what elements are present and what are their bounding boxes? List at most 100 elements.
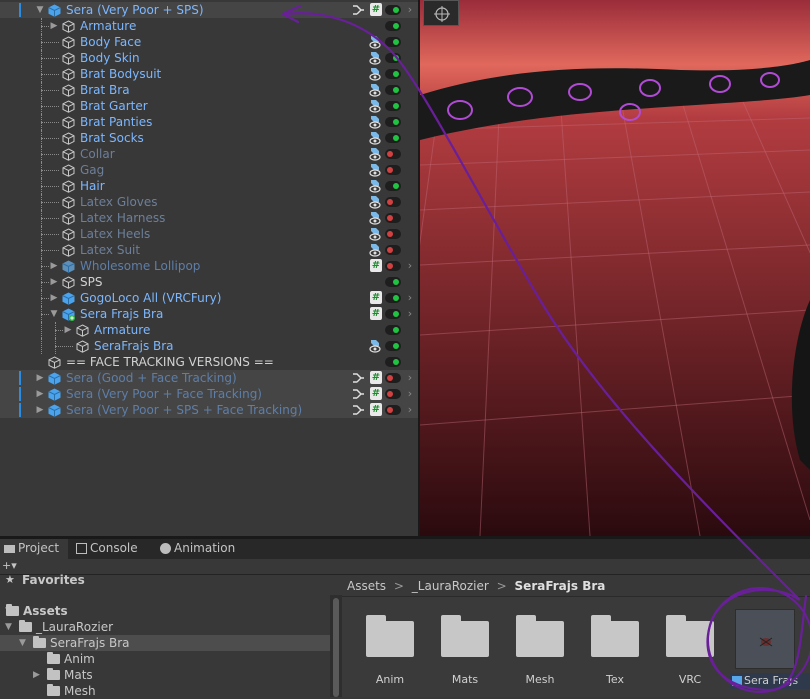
branch-icon[interactable]: [351, 403, 365, 417]
visibility-icon[interactable]: [368, 99, 382, 113]
active-toggle[interactable]: [385, 149, 401, 159]
hierarchy-row[interactable]: Latex Heels: [0, 226, 418, 242]
visibility-icon[interactable]: [368, 339, 382, 353]
hierarchy-row[interactable]: Latex Harness: [0, 210, 418, 226]
visibility-icon[interactable]: [368, 147, 382, 161]
active-toggle[interactable]: [385, 341, 401, 351]
hierarchy-row[interactable]: Gag: [0, 162, 418, 178]
collapse-arrow-icon[interactable]: ▶: [48, 258, 60, 274]
vrcfury-component-icon[interactable]: #: [370, 259, 382, 272]
active-toggle[interactable]: [385, 389, 401, 399]
collapse-arrow-icon[interactable]: ▶: [48, 274, 60, 290]
expand-arrow-icon[interactable]: ▼: [5, 619, 12, 635]
chevron-right-icon[interactable]: ›: [405, 402, 415, 418]
visibility-icon[interactable]: [368, 67, 382, 81]
hierarchy-row[interactable]: ▶ Armature: [0, 322, 418, 338]
tab-animation[interactable]: Animation: [156, 539, 248, 559]
hierarchy-row[interactable]: ▶ Wholesome Lollipop # ›: [0, 258, 418, 274]
hierarchy-row[interactable]: ▶ Sera (Good + Face Tracking) # ›: [0, 370, 418, 386]
asset-folder-mesh[interactable]: Mesh: [510, 609, 570, 689]
branch-icon[interactable]: [351, 387, 365, 401]
chevron-right-icon[interactable]: ›: [405, 258, 415, 274]
hierarchy-row[interactable]: ▶ Sera (Very Poor + SPS + Face Tracking) #…: [0, 402, 418, 418]
active-toggle[interactable]: [385, 213, 401, 223]
visibility-icon[interactable]: [368, 163, 382, 177]
visibility-icon[interactable]: [368, 211, 382, 225]
hierarchy-row[interactable]: Brat Bodysuit: [0, 66, 418, 82]
active-toggle[interactable]: [385, 277, 401, 287]
active-toggle[interactable]: [385, 37, 401, 47]
hierarchy-row[interactable]: Collar: [0, 146, 418, 162]
hierarchy-row[interactable]: ▶ SPS: [0, 274, 418, 290]
tab-console[interactable]: Console: [72, 539, 154, 559]
collapse-arrow-icon[interactable]: ▶: [34, 370, 46, 386]
scrollbar-thumb[interactable]: [333, 598, 339, 697]
hierarchy-row[interactable]: Body Face: [0, 34, 418, 50]
collapse-arrow-icon[interactable]: ▶: [48, 290, 60, 306]
chevron-right-icon[interactable]: ›: [405, 290, 415, 306]
asset-folder-tex[interactable]: Tex: [585, 609, 645, 689]
chevron-right-icon[interactable]: ›: [405, 370, 415, 386]
scene-view[interactable]: [420, 0, 810, 536]
visibility-icon[interactable]: [368, 115, 382, 129]
project-folder-row[interactable]: ▼ _LauraRozier: [0, 619, 330, 635]
vrcfury-component-icon[interactable]: #: [370, 307, 382, 320]
hierarchy-row[interactable]: ▶ Armature: [0, 18, 418, 34]
visibility-icon[interactable]: [368, 195, 382, 209]
project-folder-row[interactable]: ▼Assets: [0, 603, 330, 619]
chevron-right-icon[interactable]: ›: [405, 2, 415, 18]
scene-gizmo-button[interactable]: [423, 0, 459, 26]
prefab-asset-label[interactable]: Sera Frajs: [730, 673, 810, 689]
visibility-icon[interactable]: [368, 179, 382, 193]
hierarchy-row[interactable]: Hair: [0, 178, 418, 194]
project-tree-scrollbar[interactable]: [330, 595, 342, 697]
vrcfury-component-icon[interactable]: #: [370, 403, 382, 416]
hierarchy-row[interactable]: Body Skin: [0, 50, 418, 66]
asset-folder-vrc[interactable]: VRC: [660, 609, 720, 689]
vrcfury-component-icon[interactable]: #: [370, 291, 382, 304]
hierarchy-row[interactable]: ▼ Sera Frajs Bra # ›: [0, 306, 418, 322]
expand-arrow-icon[interactable]: ▼: [48, 306, 60, 322]
branch-icon[interactable]: [351, 371, 365, 385]
active-toggle[interactable]: [385, 21, 401, 31]
project-folder-row[interactable]: Anim: [0, 651, 330, 667]
active-toggle[interactable]: [385, 357, 401, 367]
active-toggle[interactable]: [385, 165, 401, 175]
breadcrumb-assets[interactable]: Assets: [347, 579, 386, 593]
asset-folder-anim[interactable]: Anim: [360, 609, 420, 689]
active-toggle[interactable]: [385, 261, 401, 271]
hierarchy-row[interactable]: ▼ Sera (Very Poor + SPS) # ›: [0, 2, 418, 18]
active-toggle[interactable]: [385, 197, 401, 207]
active-toggle[interactable]: [385, 117, 401, 127]
hierarchy-row[interactable]: Latex Suit: [0, 242, 418, 258]
active-toggle[interactable]: [385, 69, 401, 79]
visibility-icon[interactable]: [368, 131, 382, 145]
hierarchy-row[interactable]: Brat Panties: [0, 114, 418, 130]
active-toggle[interactable]: [385, 181, 401, 191]
collapse-arrow-icon[interactable]: ▶: [62, 322, 74, 338]
active-toggle[interactable]: [385, 325, 401, 335]
breadcrumb-lauraroziers[interactable]: _LauraRozier: [412, 579, 489, 593]
branch-icon[interactable]: [351, 3, 365, 17]
active-toggle[interactable]: [385, 101, 401, 111]
expand-arrow-icon[interactable]: ▼: [34, 2, 46, 18]
hierarchy-row[interactable]: SeraFrajs Bra: [0, 338, 418, 354]
vrcfury-component-icon[interactable]: #: [370, 387, 382, 400]
project-folder-row[interactable]: ▼ SeraFrajs Bra: [0, 635, 330, 651]
visibility-icon[interactable]: [368, 51, 382, 65]
visibility-icon[interactable]: [368, 35, 382, 49]
breadcrumb-current[interactable]: SeraFrajs Bra: [515, 579, 606, 593]
active-toggle[interactable]: [385, 53, 401, 63]
vrcfury-component-icon[interactable]: #: [370, 371, 382, 384]
prefab-asset-thumbnail[interactable]: [735, 609, 795, 669]
active-toggle[interactable]: [385, 133, 401, 143]
active-toggle[interactable]: [385, 5, 401, 15]
active-toggle[interactable]: [385, 293, 401, 303]
expand-arrow-icon[interactable]: ▼: [19, 635, 26, 651]
hierarchy-row[interactable]: Brat Bra: [0, 82, 418, 98]
collapse-arrow-icon[interactable]: ▶: [48, 18, 60, 34]
favorites-row[interactable]: ★ Favorites: [0, 572, 330, 588]
chevron-right-icon[interactable]: ›: [405, 306, 415, 322]
hierarchy-row[interactable]: Brat Socks: [0, 130, 418, 146]
collapse-arrow-icon[interactable]: ▶: [34, 386, 46, 402]
